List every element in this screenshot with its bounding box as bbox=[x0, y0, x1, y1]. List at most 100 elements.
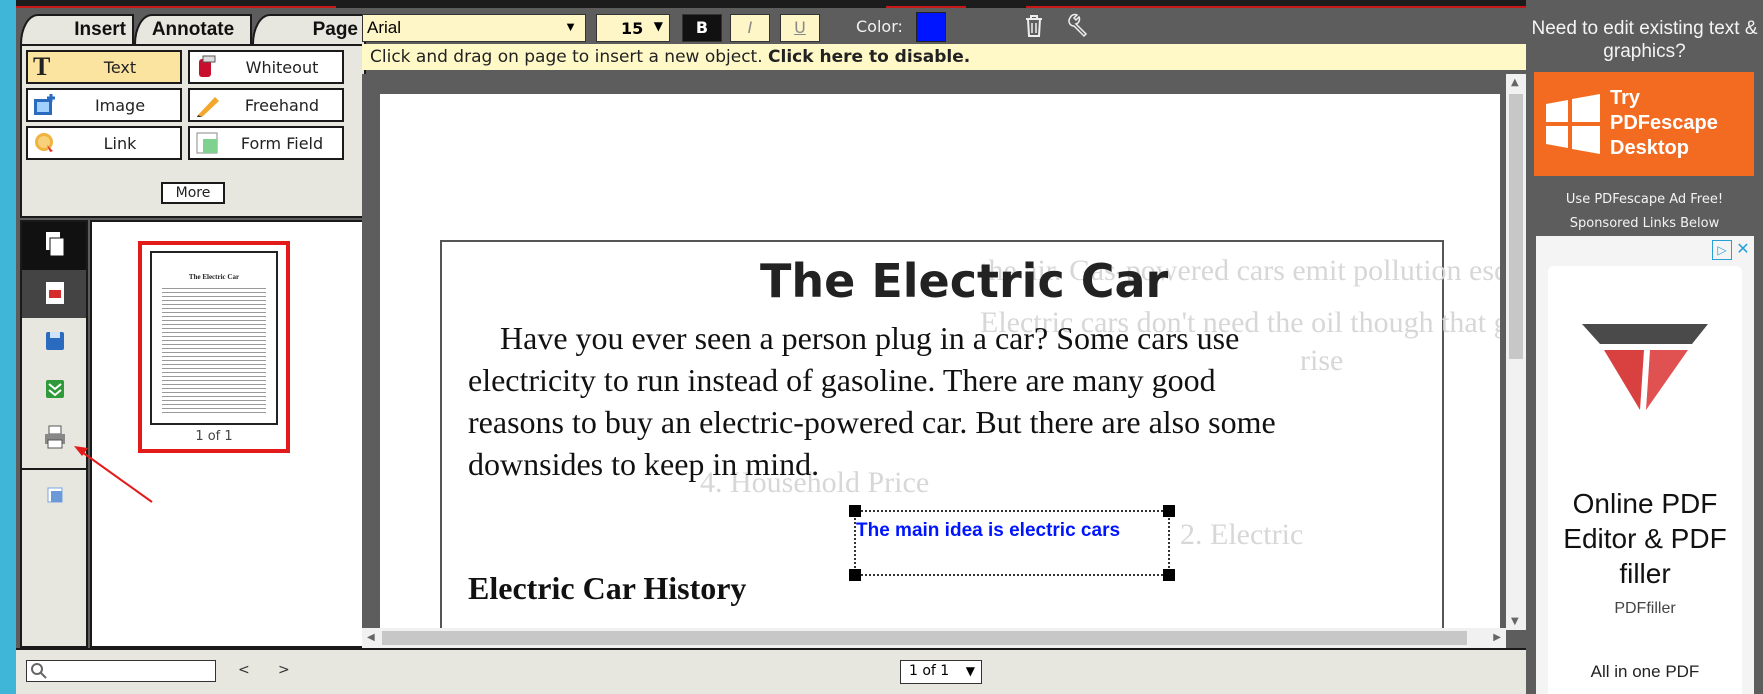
link-tool-button[interactable]: Link bbox=[26, 126, 182, 160]
search-icon bbox=[31, 663, 47, 679]
resize-handle[interactable] bbox=[1163, 505, 1175, 517]
scroll-down-icon[interactable]: ▼ bbox=[1511, 616, 1519, 627]
horizontal-scroll-thumb[interactable] bbox=[382, 631, 1467, 645]
ad-promo-text: Need to edit existing text & graphics? bbox=[1531, 18, 1758, 62]
download-button[interactable] bbox=[22, 366, 86, 414]
vertical-scrollbar[interactable]: ▲ ▼ bbox=[1506, 74, 1526, 630]
underline-button[interactable]: U bbox=[780, 14, 820, 42]
wrench-icon[interactable] bbox=[1066, 12, 1092, 42]
windows-logo-icon bbox=[1546, 94, 1600, 154]
chevron-down-icon: ▼ bbox=[564, 19, 577, 34]
page-select[interactable]: 1 of 1 ▼ bbox=[900, 660, 982, 684]
horizontal-scrollbar[interactable]: ◀ ▶ bbox=[362, 628, 1506, 648]
whiteout-tool-label: Whiteout bbox=[245, 58, 319, 77]
resize-handle[interactable] bbox=[849, 569, 861, 581]
more-button[interactable]: More bbox=[161, 182, 225, 204]
ad-free-link[interactable]: Use PDFescape Ad Free! bbox=[1526, 188, 1763, 212]
sidebar-divider bbox=[22, 468, 86, 470]
chevron-down-icon: ▼ bbox=[653, 19, 663, 33]
save-icon bbox=[46, 332, 64, 350]
try-line: Desktop bbox=[1610, 137, 1689, 159]
trash-icon[interactable] bbox=[1024, 14, 1044, 42]
resize-handle[interactable] bbox=[1163, 569, 1175, 581]
print-button[interactable] bbox=[22, 414, 86, 462]
form-field-icon bbox=[195, 131, 221, 155]
hint-bar: Click and drag on page to insert a new o… bbox=[362, 44, 1526, 70]
ad-card[interactable]: Online PDF Editor & PDF filler PDFfiller… bbox=[1548, 266, 1742, 694]
pdf-icon bbox=[46, 282, 64, 304]
search-input[interactable] bbox=[26, 660, 216, 682]
pdffiller-logo-icon bbox=[1582, 324, 1708, 410]
try-line: Try bbox=[1610, 87, 1641, 109]
ad-free-text: Use PDFescape Ad Free! Sponsored Links B… bbox=[1526, 188, 1763, 236]
form-field-tool-label: Form Field bbox=[240, 134, 324, 153]
previous-result-button[interactable]: < bbox=[238, 662, 250, 678]
sponsored-ad[interactable]: ▷ ✕ Online PDF Editor & PDF filler PDFfi… bbox=[1536, 236, 1754, 694]
bold-button[interactable]: B bbox=[682, 14, 722, 42]
next-result-button[interactable]: > bbox=[278, 662, 290, 678]
try-desktop-button[interactable]: Try PDFescape Desktop bbox=[1534, 72, 1754, 176]
italic-button[interactable]: I bbox=[730, 14, 770, 42]
ad-brand: PDFfiller bbox=[1614, 600, 1676, 617]
link-icon bbox=[33, 131, 59, 155]
top-bar bbox=[16, 0, 1526, 8]
tab-annotate[interactable]: Annotate bbox=[134, 14, 252, 44]
font-size-select[interactable]: 15 ▼ bbox=[596, 14, 670, 42]
sponsored-label: Sponsored Links Below bbox=[1569, 216, 1720, 231]
link-tool-label: Link bbox=[103, 134, 137, 153]
try-line: PDFescape bbox=[1610, 112, 1718, 134]
download-icon bbox=[46, 380, 64, 398]
tab-insert[interactable]: Insert bbox=[20, 14, 134, 44]
whiteout-icon bbox=[195, 55, 221, 79]
ad-subtitle: All in one PDF bbox=[1590, 662, 1700, 681]
font-family-value: Arial bbox=[367, 18, 402, 37]
form-field-tool-button[interactable]: Form Field bbox=[188, 126, 344, 160]
scroll-right-icon[interactable]: ▶ bbox=[1493, 632, 1501, 643]
pdf-page[interactable]: the air. Gas-powered cars emit pollution… bbox=[380, 94, 1500, 648]
inserted-text[interactable]: The main idea is electric cars bbox=[856, 520, 1120, 542]
ad-panel: Need to edit existing text & graphics? T… bbox=[1526, 0, 1763, 694]
page-layout-icon bbox=[47, 487, 63, 503]
bottom-bar: < > 1 of 1 ▼ bbox=[16, 648, 1526, 694]
pdf-editor-app: Insert Annotate Page T Text Whiteout Ima… bbox=[16, 0, 1763, 694]
ghost-text-line: rise bbox=[1300, 344, 1344, 377]
save-button[interactable] bbox=[22, 318, 86, 366]
hint-text: Click and drag on page to insert a new o… bbox=[370, 47, 763, 67]
try-desktop-text: Try PDFescape Desktop bbox=[1610, 86, 1718, 161]
page-thumbnail[interactable]: The Electric Car 1 of 1 bbox=[138, 241, 290, 453]
inserted-text-box[interactable]: The main idea is electric cars bbox=[849, 505, 1175, 581]
pdf-view-button[interactable] bbox=[22, 270, 86, 318]
image-tool-button[interactable]: Image bbox=[26, 88, 182, 122]
disable-hint-link[interactable]: Click here to disable. bbox=[768, 47, 970, 67]
thumbnail-panel: The Electric Car 1 of 1 bbox=[90, 220, 366, 648]
tab-page[interactable]: Page bbox=[252, 14, 366, 44]
chevron-down-icon: ▼ bbox=[965, 664, 975, 678]
resize-handle[interactable] bbox=[849, 505, 861, 517]
paragraph-line: downsides to keep in mind. bbox=[468, 446, 820, 482]
freehand-tool-button[interactable]: Freehand bbox=[188, 88, 344, 122]
pages-icon bbox=[46, 232, 65, 257]
ghost-text-line: 2. Electric bbox=[1180, 518, 1304, 551]
section-heading: Electric Car History bbox=[468, 570, 747, 606]
close-icon[interactable]: ✕ bbox=[1734, 240, 1752, 258]
document-viewport[interactable]: the air. Gas-powered cars emit pollution… bbox=[362, 74, 1526, 648]
scroll-up-icon[interactable]: ▲ bbox=[1511, 77, 1519, 88]
text-tool-button[interactable]: T Text bbox=[26, 50, 182, 84]
font-family-select[interactable]: Arial ▼ bbox=[362, 14, 586, 42]
ad-title: Online PDF Editor & PDF filler bbox=[1563, 488, 1727, 589]
thumbnail-page: The Electric Car bbox=[150, 251, 278, 425]
adchoices-icon[interactable]: ▷ bbox=[1712, 240, 1732, 260]
freehand-tool-label: Freehand bbox=[244, 96, 320, 115]
paragraph-line: electricity to run instead of gasoline. … bbox=[468, 362, 1216, 398]
scroll-left-icon[interactable]: ◀ bbox=[367, 632, 375, 643]
paragraph-line: reasons to buy an electric-powered car. … bbox=[468, 404, 1276, 440]
left-sidebar bbox=[20, 220, 88, 648]
vertical-scroll-thumb[interactable] bbox=[1509, 94, 1523, 359]
image-tool-label: Image bbox=[94, 96, 146, 115]
page-layout-button[interactable] bbox=[22, 472, 86, 520]
thumbnail-text-lines bbox=[162, 285, 266, 415]
whiteout-tool-button[interactable]: Whiteout bbox=[188, 50, 344, 84]
color-picker[interactable] bbox=[916, 12, 946, 42]
insert-tools-panel: T Text Whiteout Image Freehand Link Form… bbox=[20, 44, 366, 218]
pages-view-button[interactable] bbox=[22, 222, 86, 270]
